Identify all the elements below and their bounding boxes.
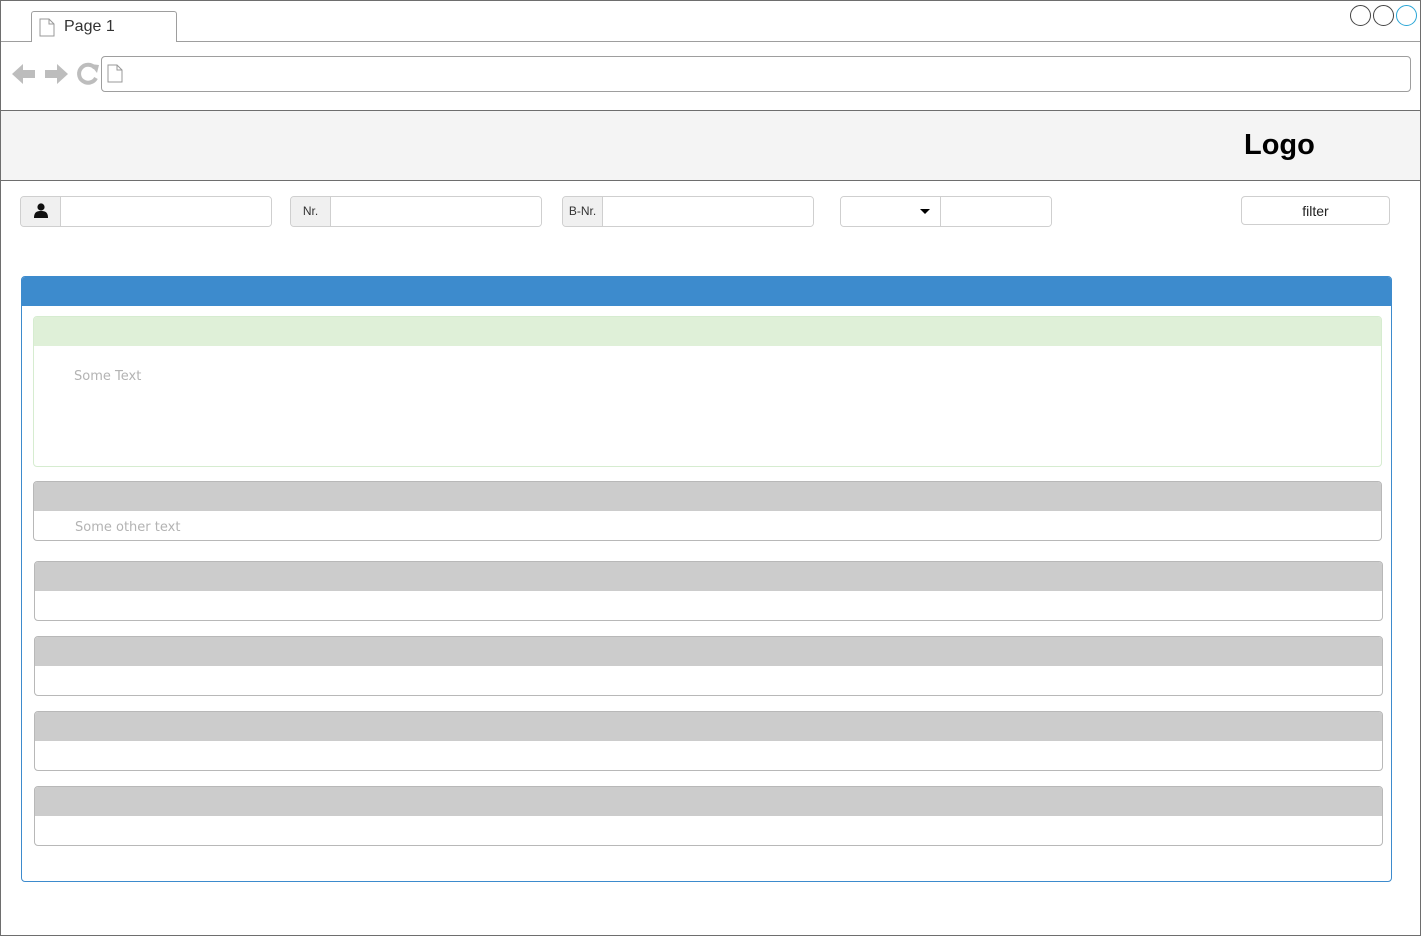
panel-default [34,561,1383,621]
dropdown-select[interactable] [841,197,941,226]
logo: Logo [1244,129,1315,161]
maximize-button[interactable] [1373,5,1394,26]
back-arrow-icon[interactable] [11,62,37,91]
close-button[interactable] [1396,5,1417,26]
nr-label: Nr. [291,197,331,226]
nr-input-group: Nr. [290,196,542,227]
panel-header [35,787,1382,816]
panel-header [35,637,1382,666]
user-input-group [20,196,272,227]
main-panel: Some Text Some other text [21,276,1392,882]
panel-default [34,636,1383,696]
tab-page-1[interactable]: Page 1 [31,11,177,43]
panel-default [34,711,1383,771]
bnr-field[interactable] [603,197,813,226]
nr-field[interactable] [331,197,541,226]
user-icon [21,197,61,226]
page-icon [39,18,55,42]
address-bar[interactable] [101,56,1411,92]
panel-body-text: Some other text [75,520,181,535]
panel-body-text: Some Text [74,369,142,384]
tab-title: Page 1 [64,18,115,35]
panel-default [34,786,1383,846]
navigation-bar [1,42,1420,111]
extra-field[interactable] [941,197,1051,226]
caret-down-icon [920,209,930,214]
browser-window: Page 1 Logo Nr. B-Nr. filter Some Text S… [0,0,1421,936]
panel-header [35,562,1382,591]
page-icon [107,64,123,88]
reload-icon[interactable] [76,62,100,91]
minimize-button[interactable] [1350,5,1371,26]
panel-header [34,482,1381,511]
filter-button[interactable]: filter [1241,196,1390,225]
panel-success: Some Text [33,316,1382,467]
bnr-label: B-Nr. [563,197,603,226]
panel-header [35,712,1382,741]
select-input-group [840,196,1052,227]
bnr-input-group: B-Nr. [562,196,814,227]
panel-default: Some other text [33,481,1382,541]
panel-header [34,317,1381,346]
tab-strip: Page 1 [1,1,1420,43]
main-panel-header [22,277,1391,306]
forward-arrow-icon[interactable] [43,62,69,91]
window-controls [1348,5,1417,31]
user-field[interactable] [61,197,271,226]
site-header: Logo [1,111,1420,181]
